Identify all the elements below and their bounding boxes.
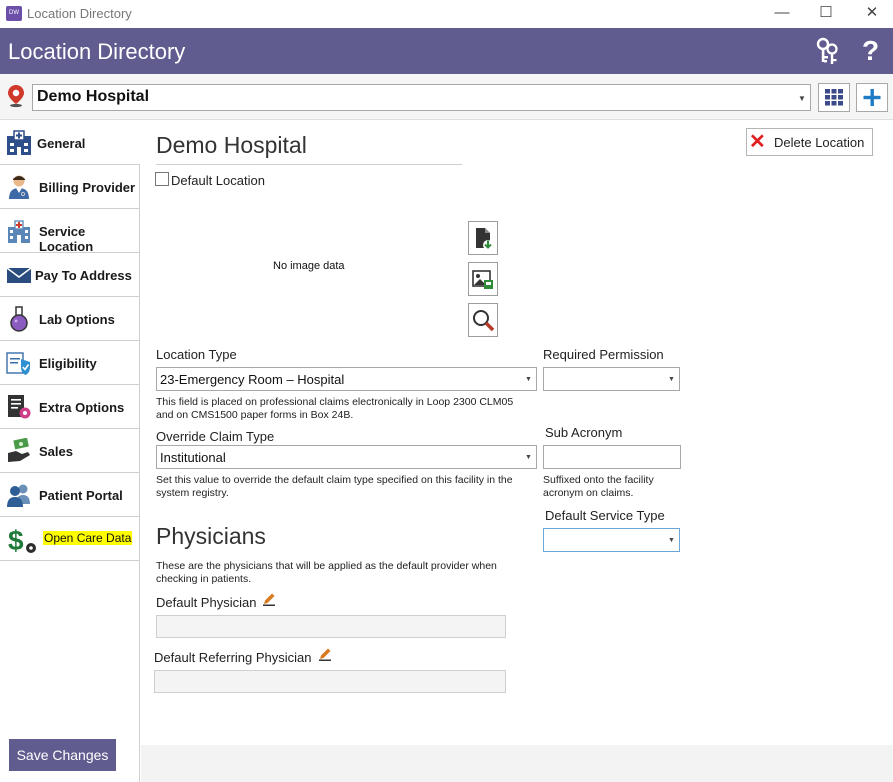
plus-icon: [863, 89, 881, 106]
grid-view-button[interactable]: [818, 83, 850, 112]
chevron-down-icon: ▼: [798, 94, 806, 103]
sidebar-item-lab-options[interactable]: Lab Options: [0, 297, 140, 341]
location-select-value: Demo Hospital: [37, 88, 150, 105]
money-hand-icon: [6, 437, 32, 464]
dollar-gear-icon: $: [6, 524, 38, 556]
envelope-icon: [6, 262, 32, 288]
sub-acronym-note: Suffixed onto the facility acronym on cl…: [543, 474, 654, 499]
override-claim-type-label: Override Claim Type: [156, 429, 275, 444]
location-type-value: 23-Emergency Room – Hospital: [160, 372, 345, 387]
chevron-down-icon: ▼: [525, 376, 532, 383]
chevron-down-icon: ▼: [668, 537, 675, 544]
maximize-button[interactable]: ☐: [816, 4, 836, 22]
edit-pencil-icon[interactable]: [318, 647, 332, 661]
sub-acronym-label: Sub Acronym: [545, 425, 623, 440]
override-claim-type-note: Set this value to override the default c…: [156, 474, 513, 499]
sidebar-item-label: Extra Options: [39, 400, 125, 415]
users-icon: [6, 482, 32, 508]
sidebar-item-open-care-data[interactable]: $ Open Care Data: [0, 517, 140, 561]
override-claim-type-value: Institutional: [160, 450, 226, 465]
sidebar-item-label: Patient Portal: [39, 488, 123, 503]
help-icon[interactable]: ?: [862, 35, 879, 67]
sidebar-item-service-location[interactable]: Service Location: [0, 209, 140, 254]
sidebar-item-label: Lab Options: [39, 312, 115, 327]
svg-text:$: $: [8, 525, 24, 556]
flask-icon: [6, 306, 32, 332]
sidebar-item-label: Sales: [39, 444, 73, 459]
footer-strip: [141, 745, 893, 782]
delete-x-icon: ✕: [749, 131, 766, 153]
edit-pencil-icon[interactable]: [262, 592, 276, 606]
close-window-button[interactable]: ✕: [862, 4, 882, 22]
save-changes-button[interactable]: Save Changes: [9, 739, 116, 771]
sidebar-item-label: Open Care Data: [43, 531, 133, 545]
doctor-icon: [6, 174, 32, 200]
chevron-down-icon: ▼: [525, 454, 532, 461]
required-permission-select[interactable]: [543, 367, 680, 391]
window-title: Location Directory: [27, 6, 132, 21]
default-service-type-select[interactable]: [543, 528, 680, 552]
view-image-button[interactable]: [468, 303, 498, 337]
add-location-button[interactable]: [856, 83, 888, 112]
no-image-text: No image data: [273, 260, 345, 272]
page-title: Demo Hospital: [156, 132, 307, 158]
minimize-button[interactable]: —: [772, 4, 792, 22]
physicians-heading: Physicians: [156, 523, 266, 549]
chevron-down-icon: ▼: [668, 376, 675, 383]
sidebar-item-extra-options[interactable]: Extra Options: [0, 385, 140, 429]
window-title-bar: [0, 0, 893, 28]
document-gear-icon: [6, 394, 32, 420]
sidebar-item-patient-portal[interactable]: Patient Portal: [0, 473, 140, 517]
shield-check-icon: [6, 350, 32, 376]
hospital-icon: [6, 130, 32, 156]
image-save-icon: [472, 270, 493, 289]
page-header-title: Location Directory: [8, 39, 186, 64]
default-service-type-label: Default Service Type: [545, 508, 665, 523]
app-logo-icon: DW: [6, 6, 22, 21]
sidebar-item-label: Pay To Address: [35, 268, 132, 283]
required-permission-label: Required Permission: [543, 347, 664, 362]
delete-location-label: Delete Location: [774, 135, 865, 150]
sidebar-item-label: Eligibility: [39, 356, 97, 371]
save-image-button[interactable]: [468, 262, 498, 296]
sub-acronym-input[interactable]: [543, 445, 681, 469]
location-type-note: This field is placed on professional cla…: [156, 396, 514, 421]
default-location-label: Default Location: [171, 173, 265, 188]
title-divider: [156, 164, 462, 165]
default-location-checkbox[interactable]: [155, 172, 169, 186]
sidebar-item-eligibility[interactable]: Eligibility: [0, 341, 140, 385]
default-physician-label: Default Physician: [156, 595, 257, 610]
sidebar-item-general[interactable]: General: [0, 121, 140, 165]
sidebar-item-label: Service Location: [39, 224, 94, 254]
sidebar-item-pay-to-address[interactable]: Pay To Address: [0, 253, 140, 297]
building-icon: [6, 218, 32, 244]
sidebar-item-sales[interactable]: Sales: [0, 429, 140, 473]
default-referring-physician-field[interactable]: [154, 670, 506, 693]
magnifier-icon: [473, 310, 495, 332]
location-type-label: Location Type: [156, 347, 237, 362]
grid-icon: [825, 89, 843, 106]
keys-icon[interactable]: [814, 37, 840, 65]
physicians-note: These are the physicians that will be ap…: [156, 560, 497, 585]
import-image-button[interactable]: [468, 221, 498, 255]
default-physician-field[interactable]: [156, 615, 506, 638]
map-pin-icon: [6, 84, 26, 108]
default-referring-physician-label: Default Referring Physician: [154, 650, 312, 665]
sidebar-item-label: Billing Provider: [39, 180, 136, 195]
sidebar-item-billing-provider[interactable]: Billing Provider: [0, 165, 140, 209]
document-download-icon: [476, 228, 493, 250]
sidebar-item-label: General: [37, 136, 86, 151]
